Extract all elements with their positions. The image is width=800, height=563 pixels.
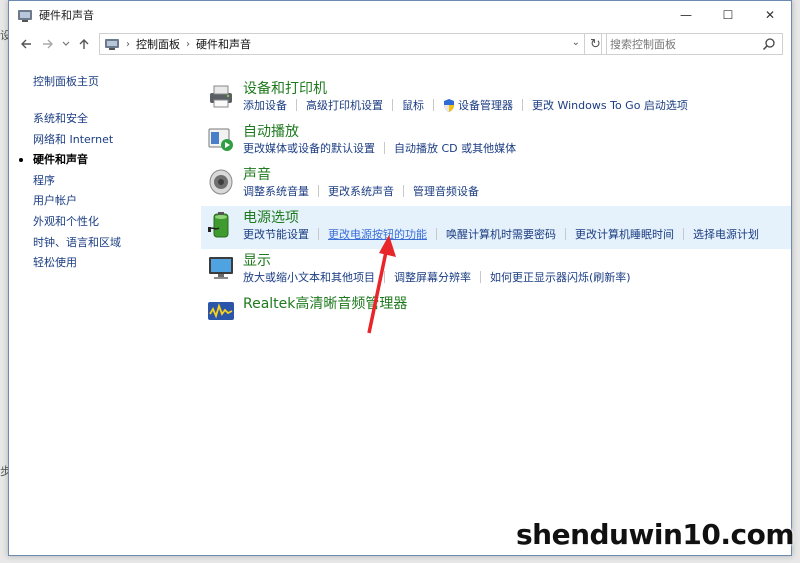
link-divider	[683, 228, 684, 240]
recent-pages-button[interactable]	[59, 33, 73, 55]
link-divider	[565, 228, 566, 240]
maximize-button[interactable]: ☐	[707, 1, 749, 29]
category-links: 更改媒体或设备的默认设置 自动播放 CD 或其他媒体	[243, 140, 791, 156]
sidebar-home-link[interactable]: 控制面板主页	[33, 73, 193, 89]
link-divider	[318, 228, 319, 240]
sidebar-item-system-security[interactable]: 系统和安全	[33, 109, 193, 130]
search-input[interactable]	[610, 37, 756, 51]
link-screen-resolution[interactable]: 调整屏幕分辨率	[394, 269, 471, 285]
link-divider	[296, 99, 297, 111]
chevron-right-icon[interactable]: ›	[186, 39, 190, 50]
link-divider	[480, 271, 481, 283]
sidebar-item-hardware-sound[interactable]: 硬件和声音	[19, 150, 193, 171]
link-windows-to-go[interactable]: 更改 Windows To Go 启动选项	[532, 97, 688, 113]
sidebar-item-appearance[interactable]: 外观和个性化	[33, 212, 193, 233]
link-mouse[interactable]: 鼠标	[402, 97, 424, 113]
link-change-media-defaults[interactable]: 更改媒体或设备的默认设置	[243, 140, 375, 156]
refresh-icon: ↻	[590, 36, 601, 52]
link-divider	[436, 228, 437, 240]
control-panel-icon	[105, 39, 119, 50]
sidebar-item-ease-of-access[interactable]: 轻松使用	[33, 253, 193, 274]
forward-button[interactable]	[37, 33, 59, 55]
up-button[interactable]	[73, 33, 95, 55]
link-manage-audio-devices[interactable]: 管理音频设备	[413, 183, 479, 199]
back-button[interactable]	[15, 33, 37, 55]
search-box	[601, 33, 783, 55]
link-divider	[403, 185, 404, 197]
category-title[interactable]: 声音	[243, 163, 791, 183]
category-title[interactable]: 自动播放	[243, 120, 791, 140]
link-advanced-printer-setup[interactable]: 高级打印机设置	[306, 97, 383, 113]
monitor-icon	[209, 257, 233, 279]
content-area: 设备和打印机 添加设备 高级打印机设置 鼠标 设备管理器 更改 Windows …	[201, 77, 791, 335]
link-divider	[522, 99, 523, 111]
sidebar: 控制面板主页 系统和安全 网络和 Internet 硬件和声音 程序 用户帐户 …	[19, 73, 193, 274]
title-bar[interactable]: 硬件和声音 — ☐ ✕	[9, 1, 791, 29]
printer-icon	[210, 85, 232, 108]
link-text-size[interactable]: 放大或缩小文本和其他项目	[243, 269, 375, 285]
chevron-right-icon: ›	[126, 38, 130, 50]
link-change-system-sounds[interactable]: 更改系统声音	[328, 183, 394, 199]
link-autoplay-cd[interactable]: 自动播放 CD 或其他媒体	[394, 140, 516, 156]
realtek-audio-icon	[208, 302, 234, 320]
category-links: 添加设备 高级打印机设置 鼠标 设备管理器 更改 Windows To Go 启…	[243, 97, 791, 113]
sidebar-item-user-accounts[interactable]: 用户帐户	[33, 191, 193, 212]
window-controls: — ☐ ✕	[665, 1, 791, 29]
category-links: 更改节能设置 更改电源按钮的功能 唤醒计算机时需要密码 更改计算机睡眠时间 选择…	[243, 226, 791, 242]
search-icon[interactable]	[762, 37, 776, 51]
category-realtek: Realtek高清晰音频管理器	[201, 292, 791, 335]
address-box[interactable]: › 控制面板 › 硬件和声音 ⌄	[99, 33, 585, 55]
link-divider	[318, 185, 319, 197]
sidebar-item-network[interactable]: 网络和 Internet	[33, 130, 193, 151]
link-fix-flicker[interactable]: 如何更正显示器闪烁(刷新率)	[490, 269, 631, 285]
category-sound: 声音 调整系统音量 更改系统声音 管理音频设备	[201, 163, 791, 206]
arrow-up-icon	[79, 39, 89, 49]
control-panel-icon	[18, 10, 32, 22]
category-title[interactable]: 电源选项	[243, 206, 791, 226]
link-adjust-volume[interactable]: 调整系统音量	[243, 183, 309, 199]
link-add-device[interactable]: 添加设备	[243, 97, 287, 113]
close-button[interactable]: ✕	[749, 1, 791, 29]
category-links: 调整系统音量 更改系统声音 管理音频设备	[243, 183, 791, 199]
category-title[interactable]: Realtek高清晰音频管理器	[243, 292, 791, 312]
link-change-power-saving[interactable]: 更改节能设置	[243, 226, 309, 242]
link-change-sleep-time[interactable]: 更改计算机睡眠时间	[575, 226, 674, 242]
autoplay-icon	[208, 128, 233, 151]
category-display: 显示 放大或缩小文本和其他项目 调整屏幕分辨率 如何更正显示器闪烁(刷新率)	[201, 249, 791, 292]
link-divider	[384, 142, 385, 154]
link-divider	[392, 99, 393, 111]
sidebar-item-clock-region[interactable]: 时钟、语言和区域	[33, 233, 193, 254]
category-autoplay: 自动播放 更改媒体或设备的默认设置 自动播放 CD 或其他媒体	[201, 120, 791, 163]
minimize-button[interactable]: —	[665, 1, 707, 29]
link-device-manager[interactable]: 设备管理器	[458, 97, 513, 113]
watermark: shenduwin10.com	[515, 518, 795, 551]
arrow-left-icon	[21, 39, 31, 49]
link-divider	[433, 99, 434, 111]
breadcrumb-control-panel[interactable]: 控制面板	[136, 36, 180, 52]
annotation-arrow	[367, 235, 396, 334]
battery-icon	[208, 212, 229, 238]
category-links: 放大或缩小文本和其他项目 调整屏幕分辨率 如何更正显示器闪烁(刷新率)	[243, 269, 791, 285]
sidebar-item-programs[interactable]: 程序	[33, 171, 193, 192]
address-dropdown-icon[interactable]: ⌄	[572, 37, 580, 48]
breadcrumb-hardware-sound[interactable]: 硬件和声音	[196, 36, 251, 52]
category-title[interactable]: 显示	[243, 249, 791, 269]
chevron-down-icon	[62, 41, 70, 46]
arrow-right-icon	[43, 39, 53, 49]
link-choose-power-plan[interactable]: 选择电源计划	[693, 226, 759, 242]
category-title[interactable]: 设备和打印机	[243, 77, 791, 97]
speaker-icon	[209, 169, 233, 195]
link-require-password-on-wake[interactable]: 唤醒计算机时需要密码	[446, 226, 556, 242]
control-panel-window: 硬件和声音 — ☐ ✕ › 控制面板 › 硬件和声音 ⌄ ↻ 搜索控制面板 控制…	[8, 0, 792, 556]
window-title: 硬件和声音	[39, 9, 94, 22]
category-power-options: 电源选项 更改节能设置 更改电源按钮的功能 唤醒计算机时需要密码 更改计算机睡眠…	[201, 206, 791, 249]
category-devices-printers: 设备和打印机 添加设备 高级打印机设置 鼠标 设备管理器 更改 Windows …	[201, 77, 791, 120]
uac-shield-icon	[444, 98, 454, 112]
